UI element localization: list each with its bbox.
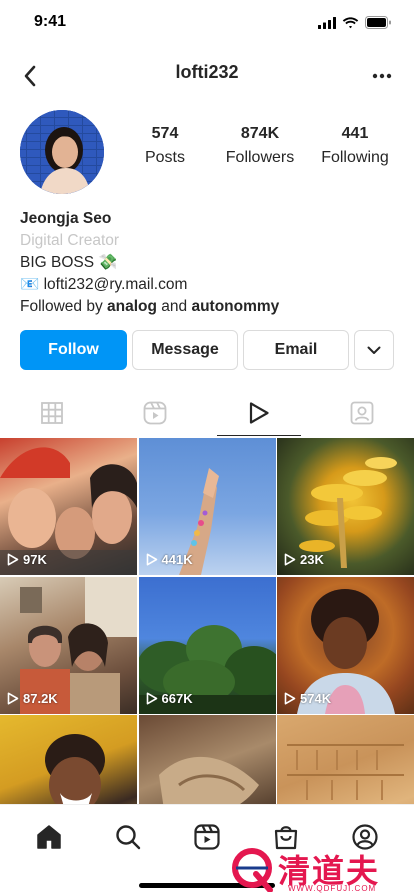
profile-username: lofti232 xyxy=(175,62,239,82)
reels-icon xyxy=(143,401,167,425)
tab-reels[interactable] xyxy=(104,390,208,436)
view-count-label: 23K xyxy=(300,552,324,567)
video-grid: 97K 441K 23K 87.2K 667K 574K xyxy=(0,438,414,852)
followed-prefix: Followed by xyxy=(20,298,108,315)
view-count: 87.2K xyxy=(7,691,58,706)
grid-item[interactable]: 667K xyxy=(138,576,276,714)
stat-value: 441 xyxy=(341,125,369,142)
grid-icon xyxy=(40,402,63,424)
tab-tagged[interactable] xyxy=(311,390,414,436)
profile-header: 574 Posts 874K Followers 441 Following xyxy=(0,110,414,200)
more-horizontal-icon xyxy=(372,73,392,79)
profile-name: Jeongja Seo xyxy=(20,210,112,227)
tagged-icon xyxy=(350,401,374,425)
play-outline-icon xyxy=(146,553,157,566)
search-icon xyxy=(116,825,141,850)
status-time: 9:41 xyxy=(34,13,67,30)
view-count: 667K xyxy=(146,691,193,706)
avatar[interactable] xyxy=(20,110,104,194)
nav-reels[interactable] xyxy=(187,821,227,853)
bio-email[interactable]: 📧 lofti232@ry.mail.com xyxy=(20,274,400,296)
chevron-down-icon xyxy=(367,346,381,354)
stat-posts[interactable]: 574 Posts xyxy=(120,124,210,169)
wifi-icon xyxy=(342,16,359,28)
message-button[interactable]: Message xyxy=(132,330,238,370)
status-bar: 9:41 xyxy=(0,0,414,44)
nav-bar: lofti232 xyxy=(0,50,414,98)
grid-item[interactable]: 97K xyxy=(0,438,137,575)
signal-icon xyxy=(318,16,336,29)
suggested-dropdown-button[interactable] xyxy=(354,330,394,370)
tab-posts-grid[interactable] xyxy=(0,390,104,436)
grid-item[interactable]: 87.2K xyxy=(0,576,137,714)
home-icon xyxy=(37,825,62,849)
play-icon xyxy=(249,402,269,424)
followed-user-link[interactable]: autonommy xyxy=(191,298,279,315)
stat-label: Following xyxy=(321,149,389,166)
grid-item[interactable]: 441K xyxy=(138,438,276,575)
view-count-label: 87.2K xyxy=(23,690,58,706)
play-outline-icon xyxy=(284,692,296,704)
stat-followers[interactable]: 874K Followers xyxy=(215,124,305,169)
view-count: 23K xyxy=(284,552,324,567)
watermark: 清道夫 WWW.QDFUJI.COM xyxy=(228,844,414,896)
more-options-button[interactable] xyxy=(368,62,396,90)
grid-item[interactable]: 574K xyxy=(277,576,414,714)
view-count-label: 441K xyxy=(161,552,193,567)
play-outline-icon xyxy=(7,553,19,566)
profile-bio: Jeongja Seo Digital Creator BIG BOSS 💸 📧… xyxy=(20,208,400,318)
view-count: 441K xyxy=(146,552,193,567)
play-outline-icon xyxy=(146,692,157,704)
followed-by: Followed by analog and autonommy xyxy=(20,296,400,318)
follow-button[interactable]: Follow xyxy=(20,330,127,370)
stat-value: 574 xyxy=(151,125,179,142)
grid-item[interactable]: 23K xyxy=(277,438,414,575)
nav-home[interactable] xyxy=(29,821,69,853)
tab-videos[interactable] xyxy=(207,390,311,436)
profile-tabs xyxy=(0,390,414,436)
stat-label: Followers xyxy=(225,149,295,166)
stat-label: Posts xyxy=(144,149,185,166)
email-button[interactable]: Email xyxy=(243,330,349,370)
stat-value: 874K xyxy=(240,125,280,142)
view-count-label: 667K xyxy=(161,690,193,706)
bio-text: BIG BOSS 💸 xyxy=(20,254,118,271)
stat-following[interactable]: 441 Following xyxy=(310,124,400,169)
profile-actions: Follow Message Email xyxy=(20,330,394,370)
view-count-label: 574K xyxy=(300,690,332,706)
reels-icon xyxy=(194,824,220,850)
profile-stats: 574 Posts 874K Followers 441 Following xyxy=(120,124,400,169)
watermark-logo-icon xyxy=(232,848,273,892)
view-count: 97K xyxy=(7,552,47,567)
watermark-subtext: WWW.QDFUJI.COM xyxy=(288,884,377,893)
nav-search[interactable] xyxy=(108,821,148,853)
profile-category: Digital Creator xyxy=(20,232,120,249)
followed-user-link[interactable]: analog xyxy=(107,298,157,315)
avatar-image xyxy=(20,110,104,194)
status-icons xyxy=(318,16,392,29)
play-outline-icon xyxy=(284,553,296,566)
battery-icon xyxy=(365,16,391,29)
view-count: 574K xyxy=(284,691,331,706)
followed-and: and xyxy=(156,298,192,315)
view-count-label: 97K xyxy=(23,552,47,567)
play-outline-icon xyxy=(7,692,19,704)
